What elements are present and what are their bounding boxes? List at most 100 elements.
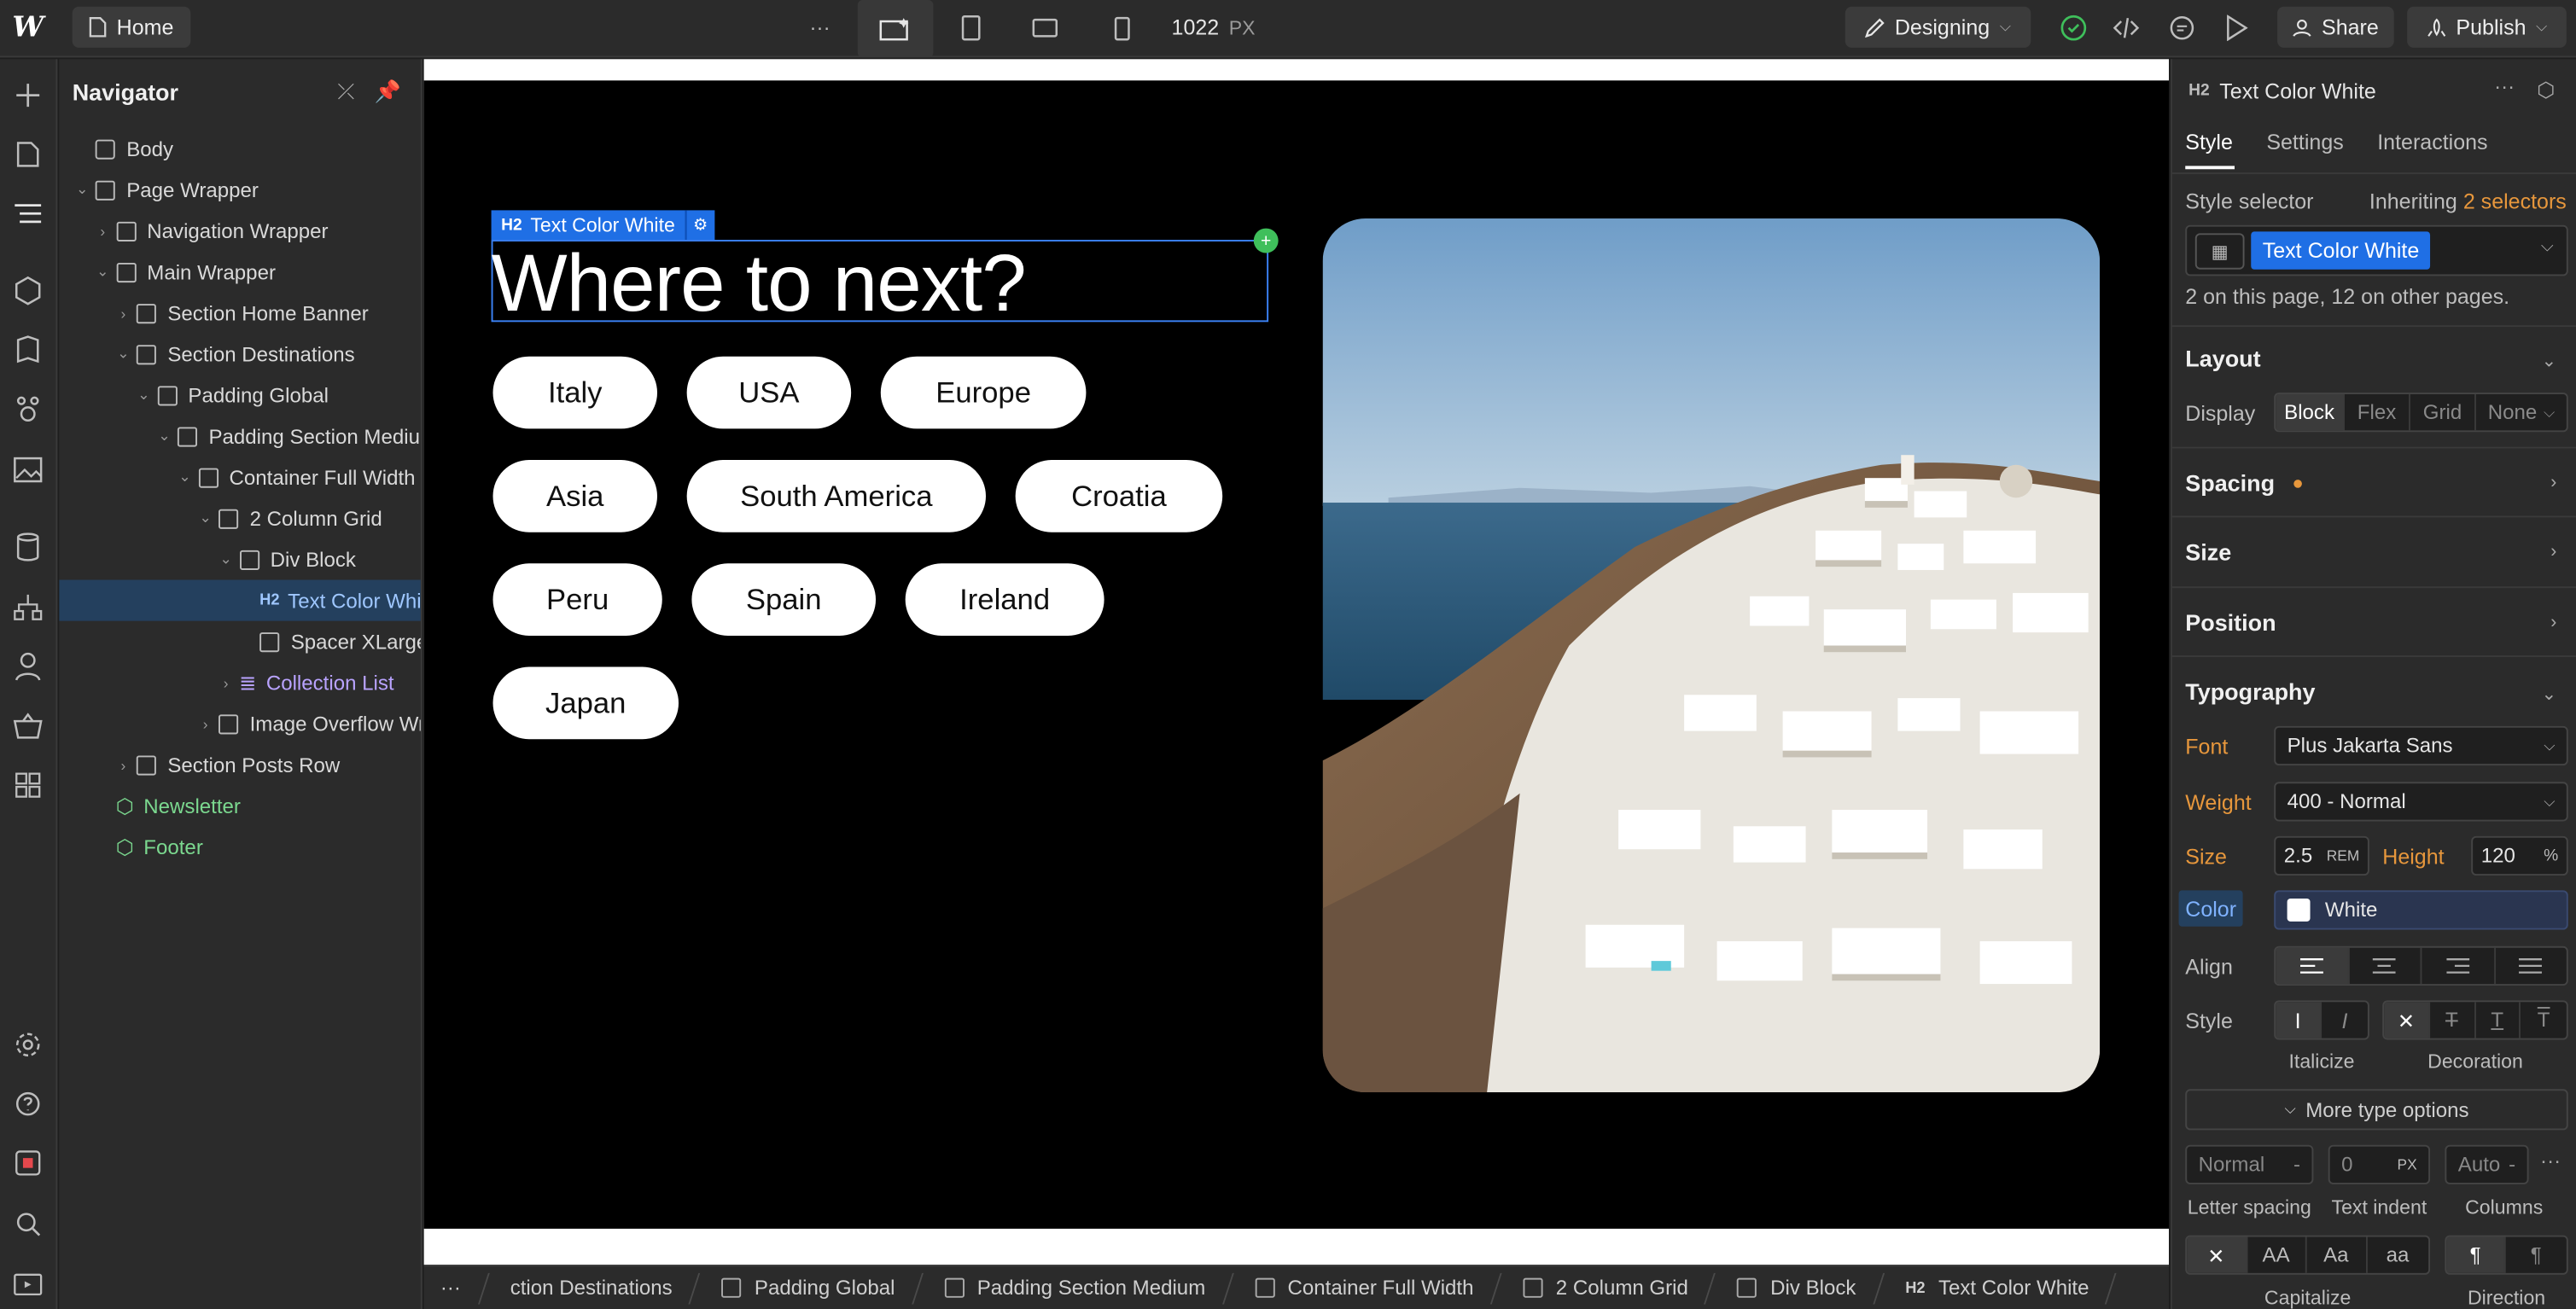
publish-button[interactable]: Publish ⌵ bbox=[2407, 6, 2567, 48]
chevron-right-icon[interactable]: › bbox=[114, 305, 133, 321]
navigator-tree-item[interactable]: ⌄ Main Wrapper bbox=[59, 252, 420, 293]
navigator-tree-item[interactable]: ⌄ Section Destinations bbox=[59, 334, 420, 375]
assets-icon[interactable] bbox=[9, 450, 48, 489]
tab-interactions[interactable]: Interactions bbox=[2377, 130, 2487, 154]
chevron-right-icon[interactable]: › bbox=[2550, 542, 2556, 561]
chevron-down-icon[interactable]: ⌵ bbox=[2541, 238, 2554, 256]
destination-pill[interactable]: Peru bbox=[492, 563, 662, 636]
components-icon[interactable] bbox=[9, 271, 48, 311]
breadcrumb-more-icon[interactable]: ··· bbox=[424, 1266, 484, 1309]
display-grid-option[interactable]: Grid bbox=[2410, 394, 2476, 431]
breadcrumb-item[interactable]: Div Block bbox=[1711, 1266, 1880, 1309]
more-options-icon[interactable]: ··· bbox=[2494, 76, 2515, 99]
navigator-tree-item[interactable]: › Section Home Banner bbox=[59, 293, 420, 334]
color-field[interactable]: White bbox=[2274, 890, 2568, 930]
display-block-option[interactable]: Block bbox=[2276, 394, 2345, 431]
mode-dropdown[interactable]: Designing ⌵ bbox=[1845, 6, 2031, 48]
selected-element-label[interactable]: H2 Text Color White ⚙ bbox=[491, 210, 715, 241]
display-none-option[interactable]: None ⌵ bbox=[2476, 394, 2567, 430]
breadcrumb-item[interactable]: Container Full Width bbox=[1228, 1266, 1496, 1309]
overline-icon[interactable]: T bbox=[2521, 1002, 2566, 1038]
add-element-plus-icon[interactable]: + bbox=[1253, 228, 1279, 253]
breadcrumb-item[interactable]: Padding Global bbox=[696, 1266, 918, 1309]
font-dropdown[interactable]: Plus Jakarta Sans ⌵ bbox=[2274, 725, 2568, 766]
align-center-icon[interactable] bbox=[2349, 947, 2422, 985]
destination-pill[interactable]: USA bbox=[686, 356, 852, 429]
navigator-tree-item[interactable]: › Section Posts Row bbox=[59, 744, 420, 785]
letter-spacing-input[interactable]: Normal - bbox=[2185, 1144, 2314, 1184]
navigator-tree-item[interactable]: ⌄ Padding Global bbox=[59, 375, 420, 416]
no-transform-icon[interactable]: ✕ bbox=[2187, 1236, 2247, 1273]
navigator-tree-item[interactable]: Body bbox=[59, 128, 420, 169]
breadcrumb-item[interactable]: H2 Text Color White bbox=[1879, 1266, 2112, 1309]
text-indent-input[interactable]: 0 PX bbox=[2328, 1144, 2431, 1184]
uppercase-option[interactable]: AA bbox=[2247, 1236, 2307, 1273]
text-cursor-icon[interactable]: I bbox=[2276, 1002, 2322, 1038]
navigator-tree-item[interactable]: ⌄ Container Full Width bbox=[59, 457, 420, 497]
destination-pill[interactable]: South America bbox=[686, 460, 986, 532]
variables-icon[interactable] bbox=[9, 389, 48, 428]
chevron-down-icon[interactable]: ⌄ bbox=[114, 345, 133, 363]
align-left-icon[interactable] bbox=[2276, 947, 2349, 985]
style-selector-field[interactable]: ▦ Text Color White ⌵ bbox=[2185, 224, 2568, 276]
settings-gear-icon[interactable] bbox=[9, 1025, 48, 1064]
destination-pill[interactable]: Spain bbox=[691, 563, 877, 636]
destination-pill[interactable]: Asia bbox=[492, 460, 657, 532]
ecommerce-icon[interactable] bbox=[9, 707, 48, 746]
component-icon[interactable]: ⬡ bbox=[2537, 77, 2555, 102]
more-options-icon[interactable]: ··· bbox=[2540, 1150, 2561, 1173]
italic-icon[interactable]: I bbox=[2322, 1002, 2368, 1038]
navigator-tree-item[interactable]: › Image Overflow Wrapper bbox=[59, 703, 421, 744]
tablet-breakpoint-icon[interactable] bbox=[948, 5, 994, 51]
navigator-icon[interactable] bbox=[9, 194, 48, 233]
design-canvas[interactable]: H2 Text Color White ⚙ Where to next? + I… bbox=[423, 59, 2169, 1265]
destination-pill[interactable]: Croatia bbox=[1015, 460, 1223, 532]
destinations-heading[interactable]: Where to next? bbox=[492, 238, 1027, 330]
line-height-input[interactable]: 120 % bbox=[2471, 835, 2568, 876]
spacing-section-title[interactable]: Spacing bbox=[2185, 470, 2275, 497]
desktop-breakpoint-icon[interactable] bbox=[857, 0, 934, 58]
code-icon[interactable] bbox=[2103, 5, 2149, 51]
size-section-title[interactable]: Size bbox=[2185, 538, 2231, 565]
more-type-options-button[interactable]: ⌵ More type options bbox=[2185, 1089, 2568, 1131]
font-size-input[interactable]: 2.5 REM bbox=[2274, 835, 2369, 876]
page-switcher[interactable]: Home bbox=[72, 6, 190, 48]
destination-pill[interactable]: Ireland bbox=[905, 563, 1104, 636]
element-settings-gear-icon[interactable]: ⚙ bbox=[685, 210, 715, 241]
apps-icon[interactable] bbox=[9, 765, 48, 805]
video-tutorials-icon[interactable] bbox=[9, 1263, 48, 1302]
pin-icon[interactable]: 📌 bbox=[375, 79, 401, 105]
add-element-icon[interactable] bbox=[9, 76, 48, 115]
section-destinations[interactable]: H2 Text Color White ⚙ Where to next? + I… bbox=[423, 80, 2169, 1229]
help-icon[interactable] bbox=[9, 1085, 48, 1124]
chevron-down-icon[interactable]: ⌄ bbox=[195, 509, 215, 527]
align-right-icon[interactable] bbox=[2422, 947, 2496, 985]
tab-settings[interactable]: Settings bbox=[2266, 130, 2343, 154]
underline-icon[interactable]: T bbox=[2475, 1002, 2521, 1038]
check-status-icon[interactable] bbox=[2050, 5, 2096, 51]
more-options-icon[interactable]: ··· bbox=[797, 5, 843, 51]
navigator-tree-item[interactable]: › ≣ Collection List bbox=[59, 662, 420, 703]
webflow-logo[interactable]: W bbox=[10, 11, 46, 44]
lowercase-option[interactable]: aa bbox=[2367, 1237, 2428, 1273]
ltr-direction-icon[interactable]: ¶ bbox=[2446, 1236, 2506, 1273]
collapse-icon[interactable]: ⤫ bbox=[337, 79, 354, 105]
canvas-width-readout[interactable]: 1022 PX bbox=[1172, 15, 1256, 39]
chevron-down-icon[interactable]: ⌄ bbox=[2542, 350, 2557, 371]
tab-style[interactable]: Style bbox=[2185, 130, 2233, 154]
chevron-down-icon[interactable]: ⌄ bbox=[175, 468, 195, 486]
record-icon[interactable] bbox=[9, 1143, 48, 1183]
navigator-tree-item[interactable]: ⌄ Page Wrapper bbox=[59, 169, 420, 210]
selector-chip[interactable]: Text Color White bbox=[2251, 231, 2431, 270]
no-decoration-icon[interactable]: ✕ bbox=[2384, 1002, 2430, 1038]
chevron-right-icon[interactable]: › bbox=[195, 715, 215, 731]
logic-icon[interactable] bbox=[9, 586, 48, 625]
mobile-portrait-breakpoint-icon[interactable] bbox=[1099, 5, 1145, 51]
display-flex-option[interactable]: Flex bbox=[2345, 394, 2410, 431]
chevron-right-icon[interactable]: › bbox=[216, 674, 236, 690]
chevron-down-icon[interactable]: ⌄ bbox=[154, 428, 174, 445]
comment-icon[interactable] bbox=[2159, 5, 2205, 51]
chevron-down-icon[interactable]: ⌄ bbox=[93, 263, 113, 281]
chevron-right-icon[interactable]: › bbox=[2550, 613, 2556, 632]
selector-state-icon[interactable]: ▦ bbox=[2194, 233, 2245, 270]
